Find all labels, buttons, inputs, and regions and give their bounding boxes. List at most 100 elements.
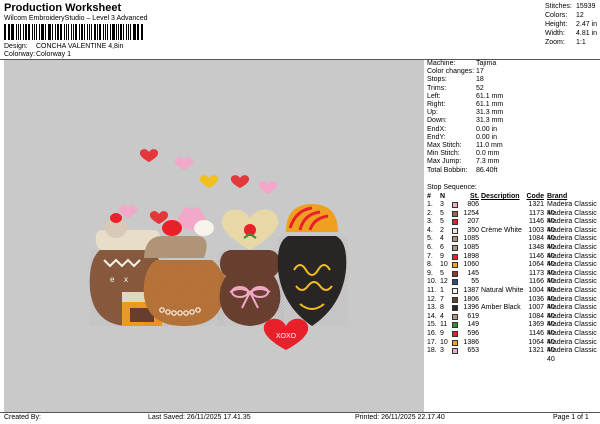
machine-info-row: Up: 31.3 mm [427,109,597,117]
barcode-bar [52,24,53,40]
barcode-bar [67,24,70,40]
barcode-bar [93,24,97,40]
row-stitches: 149 [467,321,479,329]
row-num: 3. [427,218,433,226]
barcode-bar [17,24,20,40]
barcode-bar [104,24,106,40]
design-row: Design: CONCHA VALENTINE 4,8in [4,43,123,50]
barcode-bar [138,24,140,40]
thread-color-swatch [452,227,458,234]
row-num: 9. [427,269,433,277]
row-stitches: 1806 [463,295,479,303]
row-code: 1064 [528,261,544,269]
thread-color-swatch [452,219,458,226]
stop-sequence-title: Stop Sequence: [427,184,477,191]
row-stitches: 1387 [463,286,479,294]
machine-info-label: Stops: [427,76,447,84]
machine-info-row: Trims: 52 [427,85,597,93]
row-stop: 5 [440,269,444,277]
stop-sequence-row: 14. 4 619 1084 Madeira Classic 40 [427,312,599,329]
last-saved: Last Saved: 26/11/2025 17.41.35 [148,414,251,421]
barcode-bar [60,24,62,40]
barcode-bar [83,24,86,40]
barcode-bar [47,24,49,40]
barcode-bar [122,24,124,40]
thread-color-swatch [452,202,458,208]
row-stop: 8 [440,304,444,312]
machine-info-row: Left: 61.1 mm [427,93,597,101]
machine-info-label: Color changes: [427,68,475,76]
barcode-bar [41,24,44,40]
row-stop: 7 [440,295,444,303]
row-stitches: 806 [467,201,479,208]
row-stitches: 1254 [463,209,479,217]
row-stitches: 1898 [463,252,479,260]
barcode-bar [130,24,132,40]
machine-info-value: 17 [476,68,484,76]
row-stitches: 1085 [463,243,479,251]
row-num: 12. [427,295,437,303]
barcode-bar [81,24,83,40]
colorway-value: Colorway 1 [36,51,72,58]
row-num: 2. [427,209,433,217]
width-value: 4.81 in [576,30,598,37]
row-stitches: 207 [467,218,479,226]
machine-info-label: Total Bobbin: [427,166,468,174]
machine-info-label: Max Stitch: [427,142,462,150]
machine-info-value: 0.0 mm [476,150,500,158]
thread-color-swatch [452,262,458,269]
row-code: 1003 [528,226,544,234]
stop-sequence-table: 1. 3 806 1321 Madeira Classic 40 2. 5 1254 1173 M… [427,201,599,363]
design-preview: e x XOXO [4,60,424,412]
row-code: 1369 [528,321,544,329]
machine-info-label: Max Jump: [427,158,462,166]
machine-info-value: 61.1 mm [476,92,504,100]
footer-divider [0,412,600,413]
svg-text:e: e [110,275,115,284]
row-num: 8. [427,261,433,269]
machine-info-row: EndX: 0.00 in [427,126,597,134]
stop-sequence-row: 6. 6 1085 1348 Madeira Classic 40 [427,243,599,260]
thread-color-swatch [452,236,458,243]
barcode-bar [128,24,130,40]
row-stitches: 619 [467,312,479,320]
barcode-bar [4,24,6,40]
thread-color-swatch [452,244,458,251]
height-value: 2.47 in [576,21,598,28]
row-description: Crème White [481,226,522,234]
row-code: 1321 [528,347,544,355]
row-code: 1064 [528,338,544,346]
colorway-label: Colorway: [4,51,36,58]
embroidery-artwork: e x XOXO [89,149,348,350]
machine-info-value: Tajima [476,60,497,67]
thread-color-swatch [452,296,458,303]
barcode-bar [133,24,136,40]
row-code: 1321 [528,201,544,208]
row-stitches: 1085 [463,235,479,243]
row-stop: 6 [440,243,444,251]
row-stitches: 1060 [463,261,479,269]
row-code: 1348 [528,243,544,251]
barcode-bar [24,24,27,40]
row-code: 1004 [528,286,544,294]
height-label: Height: [545,21,568,28]
machine-info-label: Down: [427,117,447,125]
stop-sequence-row: 17. 10 1386 1064 Madeira Classic 40 [427,338,599,355]
thread-color-swatch [452,322,458,329]
thread-color-swatch [452,279,458,286]
row-code: 1173 [528,269,544,277]
machine-info-row: Down: 31.3 mm [427,117,597,125]
row-stop: 5 [440,218,444,226]
xoxo-text: XOXO [276,333,297,340]
row-code: 1007 [528,304,544,312]
barcode-bar [11,24,14,40]
barcode-bar [99,24,101,40]
barcode-bar [73,24,74,40]
stop-sequence-row: 12. 7 1806 1036 Madeira Classic 40 [427,295,599,312]
machine-info-row: Max Stitch: 11.0 mm [427,142,597,150]
thread-color-swatch [452,305,458,312]
row-code: 1146 [528,218,544,226]
row-stitches: 1386 [463,338,479,346]
stop-sequence-row: 16. 9 596 1146 Madeira Classic 40 [427,330,599,346]
thread-color-swatch [452,339,458,346]
